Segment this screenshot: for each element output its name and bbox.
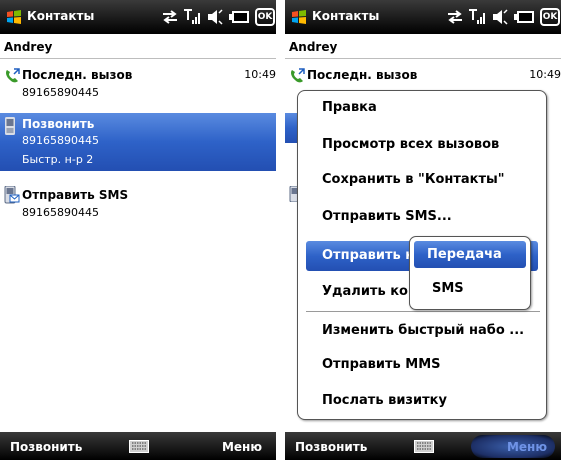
- send-submenu: Передача SMS: [409, 236, 531, 310]
- ok-button[interactable]: OK: [540, 8, 560, 26]
- list-item-send-sms[interactable]: Отправить SMS 89165890445: [0, 184, 276, 224]
- battery-icon[interactable]: [514, 8, 536, 26]
- divider: [0, 58, 276, 59]
- app-title: Контакты: [312, 9, 380, 23]
- recent-call-icon: [6, 68, 20, 83]
- call-time: 10:49: [244, 68, 276, 81]
- contact-details-screen: Контакты OK Andrey Последн. вызов 891658…: [0, 0, 276, 460]
- divider: [285, 58, 561, 59]
- submenu-item-label: Передача: [427, 247, 502, 262]
- phone-number: 89165890445: [22, 86, 99, 99]
- menu-item-view-all-calls[interactable]: Просмотр всех вызовов: [322, 137, 499, 152]
- windows-logo-icon[interactable]: [6, 9, 22, 25]
- windows-logo-icon[interactable]: [291, 9, 307, 25]
- list-item-last-call[interactable]: Последн. вызов 89165890445 10:49: [0, 64, 276, 104]
- menu-item-edit[interactable]: Правка: [322, 100, 377, 115]
- battery-icon[interactable]: [229, 8, 251, 26]
- list-item-label: Последн. вызов: [307, 68, 418, 82]
- keyboard-icon[interactable]: [414, 440, 434, 453]
- soft-key-bar: Позвонить Меню: [285, 432, 561, 460]
- volume-icon[interactable]: [206, 8, 224, 26]
- signal-icon[interactable]: [468, 8, 486, 26]
- list-item-label: Позвонить: [22, 117, 95, 131]
- list-item-label: Последн. вызов: [22, 68, 133, 82]
- recent-call-icon: [291, 68, 305, 83]
- menu-item-send-mms[interactable]: Отправить MMS: [322, 357, 441, 372]
- menu-item-send-contact-card[interactable]: Послать визитку: [322, 393, 447, 408]
- volume-icon[interactable]: [491, 8, 509, 26]
- app-title: Контакты: [27, 9, 95, 23]
- contact-name: Andrey: [289, 40, 338, 54]
- title-bar: Контакты OK: [0, 0, 276, 34]
- connectivity-icon[interactable]: [445, 8, 465, 26]
- softkey-menu[interactable]: Меню: [507, 440, 547, 454]
- phone-icon: [5, 117, 15, 135]
- softkey-call[interactable]: Позвонить: [295, 440, 367, 454]
- list-item-label: Отправить SMS: [22, 188, 129, 202]
- menu-item-send-sms[interactable]: Отправить SMS...: [322, 209, 452, 224]
- speed-dial-label: Быстр. н-р 2: [22, 153, 94, 166]
- menu-separator: [306, 311, 540, 312]
- phone-number: 89165890445: [22, 134, 99, 147]
- softkey-menu[interactable]: Меню: [222, 440, 262, 454]
- connectivity-icon[interactable]: [160, 8, 180, 26]
- keyboard-icon[interactable]: [129, 440, 149, 453]
- menu-item-delete[interactable]: Удалить ко: [322, 284, 408, 299]
- call-time: 10:49: [529, 68, 561, 81]
- contact-name: Andrey: [4, 40, 53, 54]
- menu-item-save-to-contacts[interactable]: Сохранить в "Контакты": [322, 172, 505, 187]
- sms-icon: [4, 186, 20, 204]
- submenu-item-sms[interactable]: SMS: [432, 281, 464, 296]
- phone-number: 89165890445: [22, 206, 99, 219]
- signal-icon[interactable]: [183, 8, 201, 26]
- contact-menu-screen: Контакты OK Andrey Последн. вызов 10:49 …: [285, 0, 561, 460]
- soft-key-bar: Позвонить Меню: [0, 432, 276, 460]
- softkey-call[interactable]: Позвонить: [10, 440, 82, 454]
- menu-item-label: Отправить к: [322, 248, 415, 263]
- menu-item-edit-speed-dial[interactable]: Изменить быстрый набо ...: [322, 323, 524, 338]
- submenu-item-beam[interactable]: Передача: [414, 241, 526, 268]
- list-item-call[interactable]: Позвонить 89165890445 Быстр. н-р 2: [0, 113, 276, 171]
- title-bar: Контакты OK: [285, 0, 561, 34]
- ok-button[interactable]: OK: [255, 8, 275, 26]
